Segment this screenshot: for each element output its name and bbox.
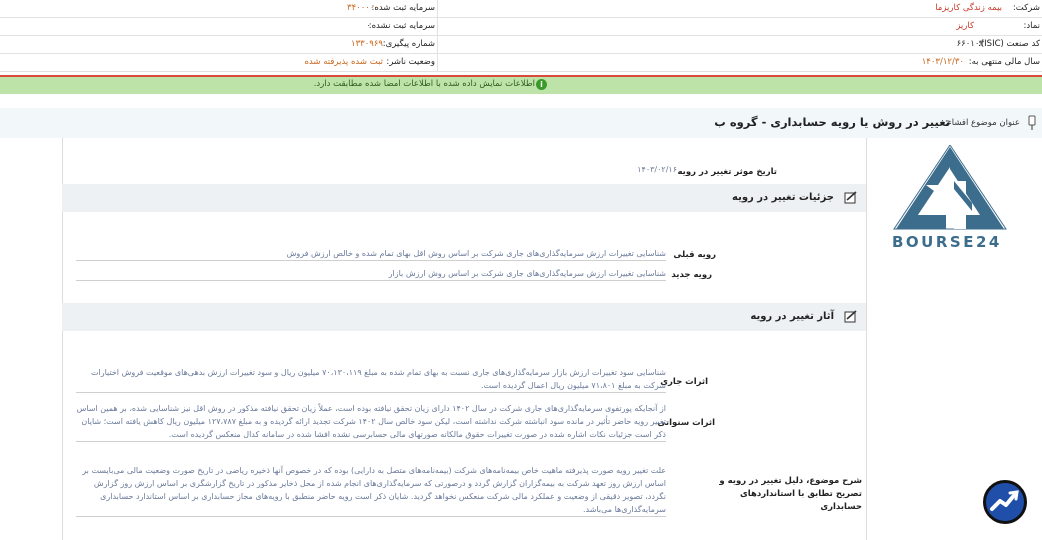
reason-value: علت تغییر رویه صورت پذیرفته ماهیت خاص بی… [76,464,666,517]
header-fiscal-cell: سال مالی منتهی به: ۱۴۰۳/۱۲/۳۰ [437,54,1042,71]
signature-notice-bar: i اطلاعات نمایش داده شده با اطلاعات امضا… [0,75,1042,94]
symbol-label: نماد: [1023,21,1040,31]
section-change-details-header: جزئیات تغییر در رویه [62,184,866,212]
edit-icon [844,191,857,204]
prior-effects-value: از آنجایکه پورتفوی سرمایه‌گذاری‌های جاری… [76,402,666,442]
edit-icon [844,310,857,323]
status-value: ثبت شده پذیرفته شده [304,57,383,67]
fiscal-label: سال مالی منتهی به: [968,57,1040,67]
tracking-label: شماره پیگیری: [382,39,435,49]
capital-unreg-label: سرمایه ثبت نشده: [368,21,435,31]
header-isic-cell: کد صنعت (ISIC): ۶۶۰۱۰۳ [437,36,1042,53]
reason-label: شرح موضوع، دلیل تغییر در رویه و تصریح تط… [719,476,862,512]
page-title: تغییر در روش یا رویه حسابداری - گروه ب [714,115,950,129]
fiscal-value: ۱۴۰۳/۱۲/۳۰ [921,57,964,67]
previous-policy-value: شناسایی تغییرات ارزش سرمایه‌گذاری‌های جا… [76,247,666,261]
trend-up-icon [990,490,1019,511]
section-change-effects-title: آثار تغییر در رویه [750,311,834,322]
corner-chart-logo [983,480,1027,524]
previous-policy-label: رویه قبلی [673,250,716,260]
isic-value: ۶۶۰۱۰۳ [956,39,984,49]
company-label: شرکت: [1012,3,1040,13]
header-status-cell: وضعیت ناشر: ثبت شده پذیرفته شده [0,54,437,71]
header-row-4: سال مالی منتهی به: ۱۴۰۳/۱۲/۳۰ وضعیت ناشر… [0,54,1042,72]
bourse24-logo-text: BOURSE24 [892,233,1002,251]
pin-icon[interactable] [1026,115,1038,131]
company-value[interactable]: بیمه زندگی کاریزما [935,3,1002,13]
status-label: وضعیت ناشر: [386,57,435,67]
bourse24-logo: BOURSE24 [880,144,1020,255]
header-capital-unreg-cell: سرمایه ثبت نشده: ۰ [0,18,437,35]
effective-date-value: ۱۴۰۳/۰۲/۱۶ [637,165,677,174]
current-effects-value: شناسایی سود تغییرات ارزش بازار سرمایه‌گذ… [76,366,666,393]
new-policy-value: شناسایی تغییرات ارزش سرمایه‌گذاری‌های جا… [76,267,666,281]
signature-notice-text: اطلاعات نمایش داده شده با اطلاعات امضا ش… [313,79,535,89]
info-icon: i [536,79,547,90]
header-symbol-cell: نماد: کاریز [437,18,1042,35]
header-company-cell: شرکت: بیمه زندگی کاریزما [437,0,1042,17]
current-effects-label: اثرات جاری [660,377,708,387]
bourse24-logo-icon [893,144,1007,230]
header-row-2: نماد: کاریز سرمایه ثبت نشده: ۰ [0,18,1042,36]
disclosure-title-bar: عنوان موضوع افشاء: تغییر در روش یا رویه … [0,108,1042,138]
section-change-effects-header: آثار تغییر در رویه [62,303,866,331]
capital-reg-label: سرمایه ثبت شده: [371,3,435,13]
header-row-3: کد صنعت (ISIC): ۶۶۰۱۰۳ شماره پیگیری: ۱۳۳… [0,36,1042,54]
tracking-value: ۱۳۳۰۹۶۹ [351,39,383,49]
header-tracking-cell: شماره پیگیری: ۱۳۳۰۹۶۹ [0,36,437,53]
new-policy-label: رویه جدید [671,270,712,280]
isic-label: کد صنعت (ISIC): [977,39,1040,49]
disclosure-title-label: عنوان موضوع افشاء: [944,118,1020,128]
effective-date-label: تاریخ موثر تغییر در رویه [677,167,778,177]
symbol-value[interactable]: کاریز [956,21,974,31]
header-capital-reg-cell: سرمایه ثبت شده: ۳۴۰۰۰۰۰ [0,0,437,17]
capital-reg-value: ۳۴۰۰۰۰۰ [347,3,379,13]
header-row-1: شرکت: بیمه زندگی کاریزما سرمایه ثبت شده:… [0,0,1042,18]
capital-unreg-value: ۰ [366,21,371,31]
section-change-details-title: جزئیات تغییر در رویه [732,192,834,203]
